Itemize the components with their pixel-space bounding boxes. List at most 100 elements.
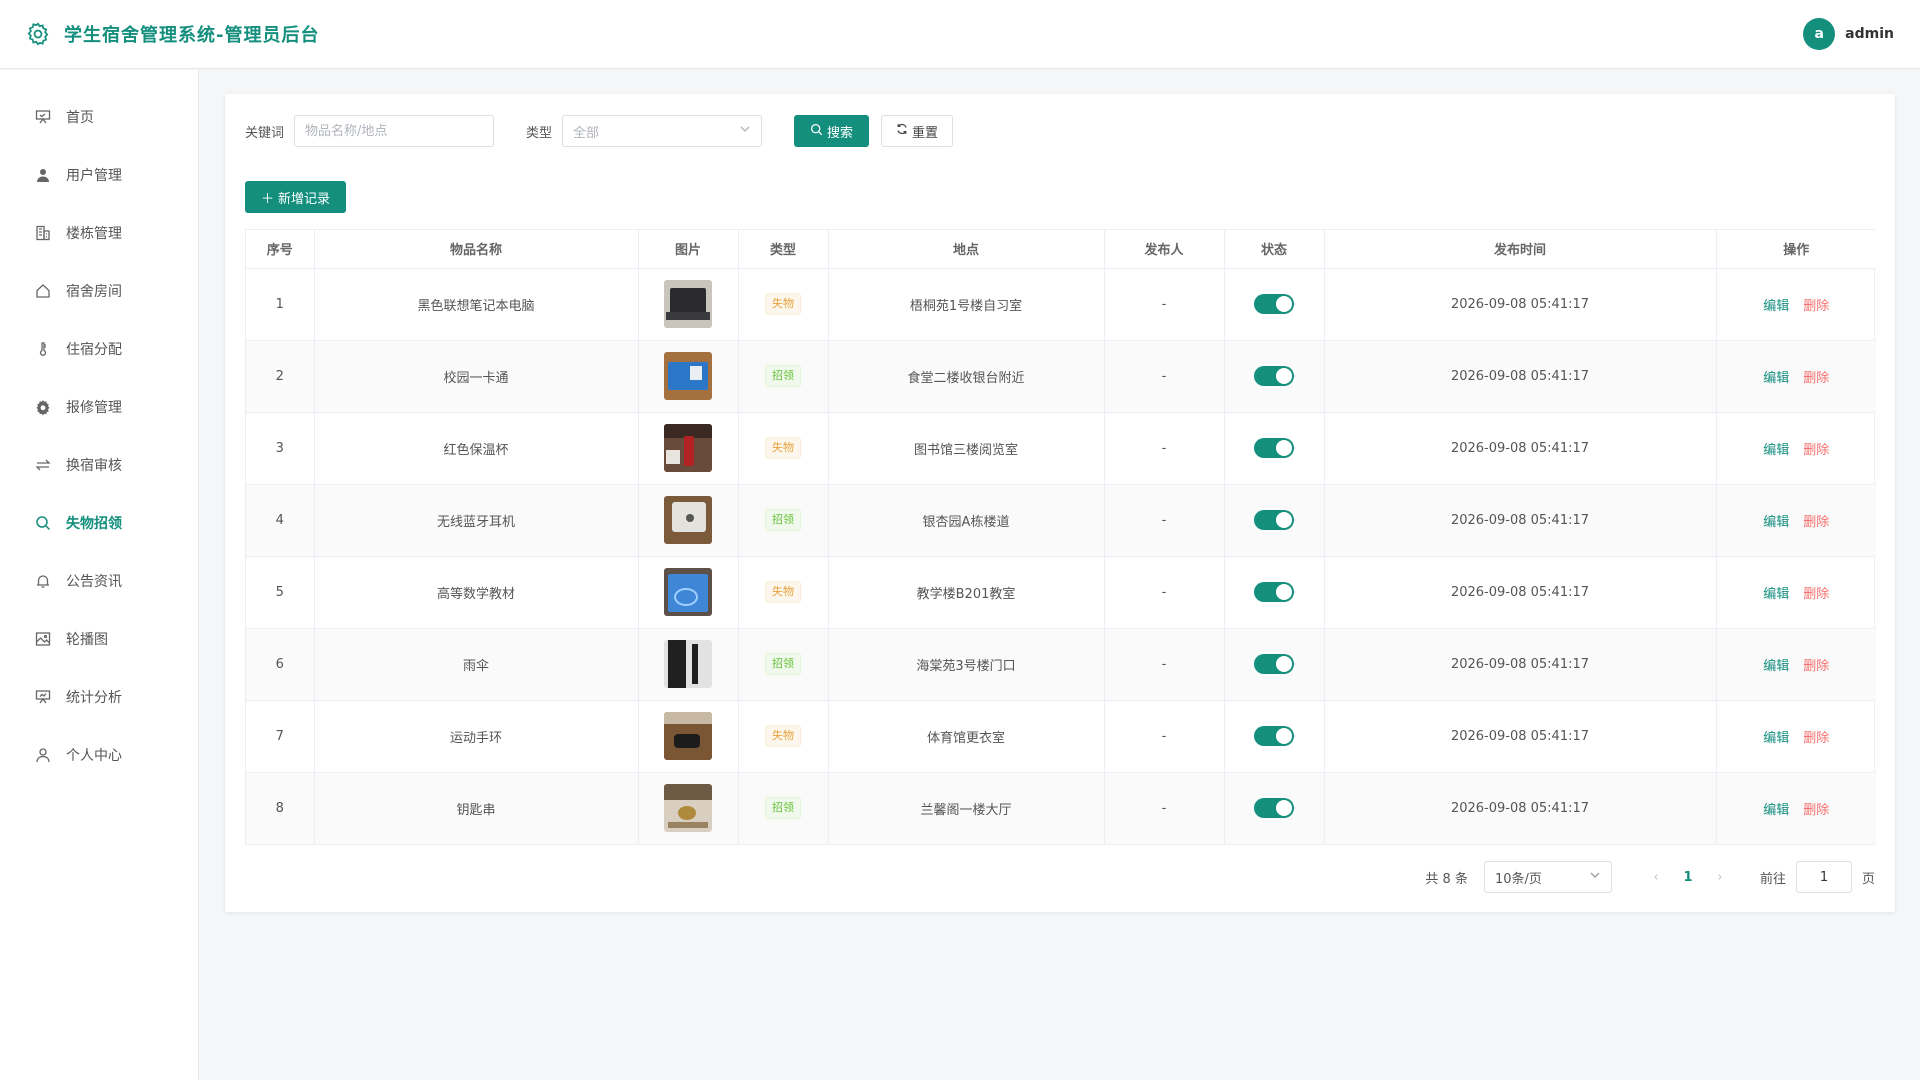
item-thumbnail[interactable] [664,424,712,472]
item-type-cell: 招领 [738,340,829,413]
item-status-cell [1224,772,1325,844]
table-row: 4 无线蓝牙耳机 招领 银杏园A栋楼道 -2026-09-08 05:41:17 编辑 删除 [246,484,1876,557]
column-header: 物品名称 [314,230,639,269]
page-number[interactable]: 1 [1672,870,1704,885]
item-location: 食堂二楼收银台附近 [828,340,1105,413]
user-outline-icon [34,746,52,764]
delete-button[interactable]: 删除 [1803,371,1829,386]
status-toggle[interactable] [1254,654,1294,674]
sidebar-item-label: 住宿分配 [66,342,122,358]
item-thumbnail[interactable] [664,352,712,400]
sidebar-item-repairs[interactable]: 报修管理 [0,378,198,436]
item-publisher: - [1104,700,1225,773]
item-publisher: - [1104,412,1225,485]
edit-button[interactable]: 编辑 [1763,443,1789,458]
item-image-cell [638,484,739,557]
item-thumbnail[interactable] [664,496,712,544]
edit-button[interactable]: 编辑 [1763,515,1789,530]
type-label: 类型 [526,125,553,141]
sidebar-item-rooms[interactable]: 宿舍房间 [0,262,198,320]
item-publish-time: 2026-09-08 05:41:17 [1324,772,1717,844]
status-toggle[interactable] [1254,366,1294,386]
table-row: 3 红色保温杯 失物 图书馆三楼阅览室 -2026-09-08 05:41:17 编辑 删除 [246,412,1876,485]
prev-page-button[interactable]: ‹ [1640,870,1672,885]
search-button-label: 搜索 [827,125,854,141]
delete-button[interactable]: 删除 [1803,587,1829,602]
chevron-down-icon [1589,869,1601,885]
item-publisher: - [1104,628,1225,701]
item-thumbnail[interactable] [664,568,712,616]
page-size-select[interactable]: 10条/页 [1483,861,1612,893]
reset-button[interactable]: 重置 [881,115,954,147]
item-status-cell [1224,268,1325,341]
add-record-button[interactable]: ＋ 新增记录 [245,181,347,213]
user-icon [34,166,52,184]
avatar[interactable]: a [1803,18,1836,50]
item-actions: 编辑 删除 [1716,772,1876,844]
sidebar-item-allocation[interactable]: 住宿分配 [0,320,198,378]
user-menu[interactable]: a admin [1803,18,1894,50]
sidebar-item-home[interactable]: 首页 [0,88,198,146]
building-icon [34,224,52,242]
sidebar-item-buildings[interactable]: 楼栋管理 [0,204,198,262]
sidebar-item-lost-found[interactable]: 失物招领 [0,494,198,552]
edit-button[interactable]: 编辑 [1763,803,1789,818]
item-status-cell [1224,484,1325,557]
next-page-button[interactable]: › [1704,870,1736,885]
item-type-cell: 失物 [738,268,829,341]
filter-bar: 关键词 类型 全部 搜索 重置 [245,115,954,147]
item-thumbnail[interactable] [664,280,712,328]
item-publisher: - [1104,484,1225,557]
status-toggle[interactable] [1254,798,1294,819]
type-tag: 招领 [765,509,801,531]
type-select[interactable]: 全部 [562,115,763,147]
gear-icon [24,20,52,48]
item-thumbnail[interactable] [664,712,712,760]
delete-button[interactable]: 删除 [1803,515,1829,530]
status-toggle[interactable] [1254,438,1294,458]
type-tag: 招领 [765,653,801,675]
sidebar-item-notices[interactable]: 公告资讯 [0,552,198,610]
edit-button[interactable]: 编辑 [1763,371,1789,386]
username[interactable]: admin [1845,26,1894,42]
search-icon [34,514,52,532]
sidebar-item-carousel[interactable]: 轮播图 [0,610,198,668]
keyword-input[interactable] [294,115,495,147]
status-toggle[interactable] [1254,582,1294,602]
table-row: 8 钥匙串 招领 兰馨阁一楼大厅 -2026-09-08 05:41:17 编辑 删除 [246,772,1876,844]
edit-button[interactable]: 编辑 [1763,587,1789,602]
search-button[interactable]: 搜索 [794,115,870,147]
sidebar-item-users[interactable]: 用户管理 [0,146,198,204]
edit-button[interactable]: 编辑 [1763,299,1789,314]
column-header: 类型 [738,230,829,269]
item-location: 教学楼B201教室 [828,556,1105,629]
thermometer-icon [34,340,52,358]
item-type-cell: 失物 [738,556,829,629]
delete-button[interactable]: 删除 [1803,731,1829,746]
sidebar-item-label: 换宿审核 [66,458,122,474]
delete-button[interactable]: 删除 [1803,299,1829,314]
status-toggle[interactable] [1254,510,1294,530]
item-name: 高等数学教材 [314,556,639,629]
sidebar-item-label: 用户管理 [66,168,122,184]
status-toggle[interactable] [1254,294,1294,314]
sidebar-item-statistics[interactable]: 统计分析 [0,668,198,726]
sidebar-item-label: 楼栋管理 [66,226,122,242]
sidebar-item-room-change[interactable]: 换宿审核 [0,436,198,494]
delete-button[interactable]: 删除 [1803,803,1829,818]
status-toggle[interactable] [1254,726,1294,746]
column-header: 图片 [638,230,739,269]
picture-icon [34,630,52,648]
delete-button[interactable]: 删除 [1803,659,1829,674]
edit-button[interactable]: 编辑 [1763,731,1789,746]
goto-page-input[interactable] [1795,861,1852,893]
item-thumbnail[interactable] [664,640,712,688]
edit-button[interactable]: 编辑 [1763,659,1789,674]
item-name: 钥匙串 [314,772,639,844]
delete-button[interactable]: 删除 [1803,443,1829,458]
item-thumbnail[interactable] [664,784,712,833]
type-tag: 失物 [765,725,801,747]
type-tag: 招领 [765,365,801,387]
sidebar-item-profile[interactable]: 个人中心 [0,726,198,784]
sidebar-item-label: 失物招领 [66,516,122,532]
